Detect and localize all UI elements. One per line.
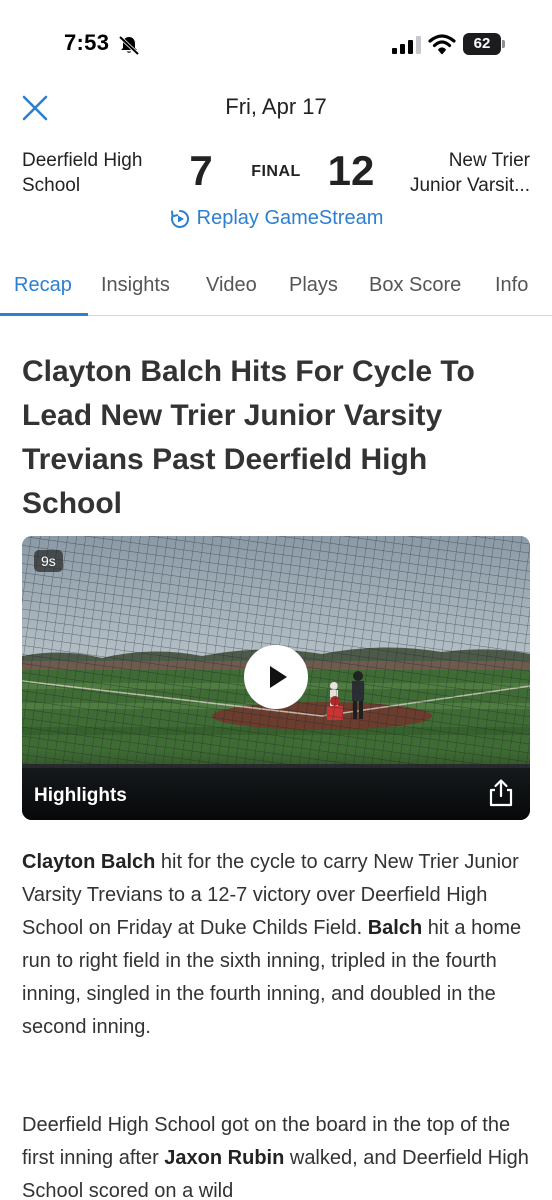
battery-icon: 62 xyxy=(463,33,505,55)
wifi-icon xyxy=(428,34,456,55)
share-icon[interactable] xyxy=(486,778,516,808)
tab-box-score[interactable]: Box Score xyxy=(369,274,461,297)
article-paragraph: Deerfield High School got on the board i… xyxy=(22,1109,532,1200)
home-score: 7 xyxy=(189,147,213,194)
video-title: Highlights xyxy=(34,785,127,806)
tab-recap[interactable]: Recap xyxy=(14,274,72,297)
article-headline: Clayton Balch Hits For Cycle To Lead New… xyxy=(22,355,475,520)
player-name-link[interactable]: Jaxon Rubin xyxy=(164,1147,284,1169)
game-status: FINAL xyxy=(251,163,301,180)
away-team-line2: Junior Varsit... xyxy=(409,175,530,196)
away-team-name[interactable]: New Trier Junior Varsit... xyxy=(370,148,530,198)
tab-insights[interactable]: Insights xyxy=(101,274,170,297)
active-tab-indicator xyxy=(0,313,88,316)
play-button[interactable] xyxy=(244,645,308,709)
highlights-video[interactable]: 9s Highlights xyxy=(22,536,530,820)
tab-bar: Recap Insights Video Plays Box Score Inf… xyxy=(0,266,552,316)
play-icon xyxy=(270,666,287,688)
player-name-link[interactable]: Balch xyxy=(368,917,422,939)
replay-label: Replay GameStream xyxy=(196,207,384,229)
cellular-signal-icon xyxy=(392,36,421,54)
replay-icon xyxy=(170,209,189,228)
player-name-link[interactable]: Clayton Balch xyxy=(22,851,155,873)
replay-gamestream-link[interactable]: Replay GameStream xyxy=(0,207,552,236)
tab-plays[interactable]: Plays xyxy=(289,274,338,297)
away-team-line1: New Trier xyxy=(448,150,530,171)
status-time: 7:53 xyxy=(64,30,110,55)
video-duration-badge: 9s xyxy=(34,550,63,572)
home-team-name[interactable]: Deerfield High School xyxy=(22,148,182,198)
bell-slash-icon xyxy=(118,35,140,55)
article-paragraph: Clayton Balch hit for the cycle to carry… xyxy=(22,846,532,1044)
tab-video[interactable]: Video xyxy=(206,274,257,297)
battery-cap xyxy=(502,40,505,48)
battery-level: 62 xyxy=(473,35,491,52)
status-bar: 7:53 62 xyxy=(0,0,552,72)
tab-info[interactable]: Info xyxy=(495,274,528,297)
game-date: Fri, Apr 17 xyxy=(225,94,327,119)
